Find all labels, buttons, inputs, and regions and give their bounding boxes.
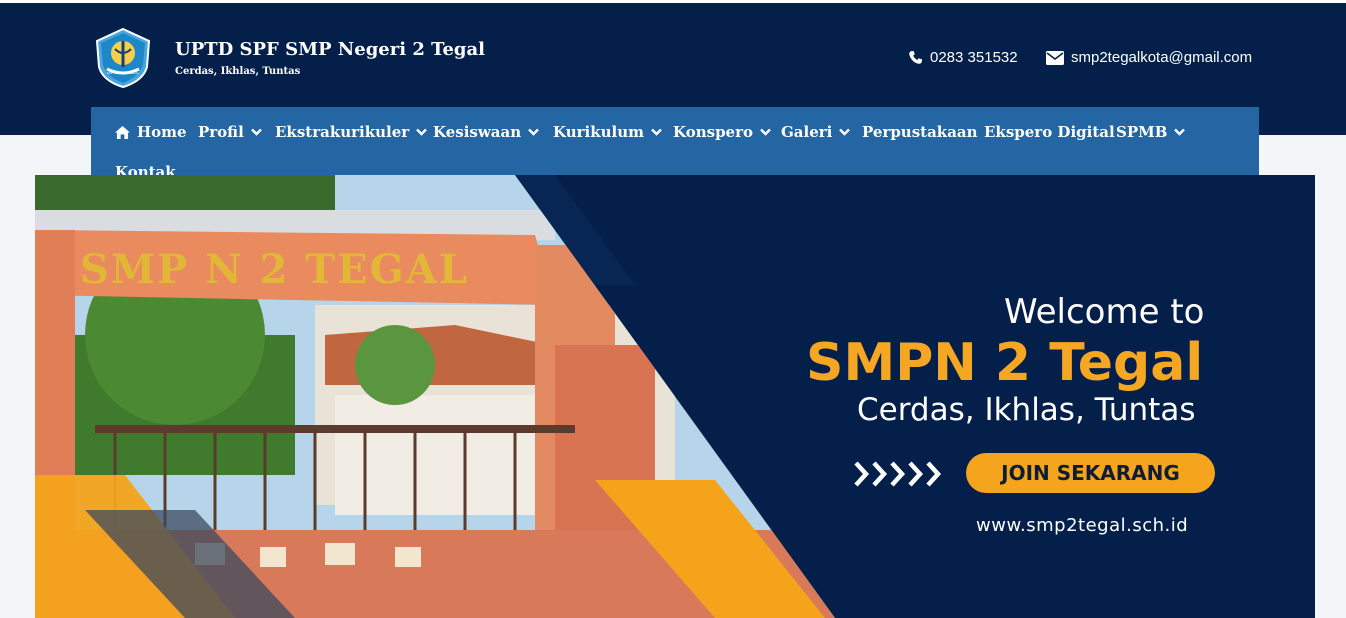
svg-text:SMP NEGERI 2 TEGAL: SMP NEGERI 2 TEGAL — [107, 71, 139, 75]
chevron-down-icon — [1174, 128, 1186, 136]
nav-label-home: Home — [137, 123, 187, 141]
chevron-down-icon — [416, 128, 428, 136]
website-url: www.smp2tegal.sch.id — [976, 515, 1189, 536]
hero-banner[interactable]: SMP N 2 TEGAL Welcome to SMPN 2 Tegal Ce… — [35, 175, 1315, 618]
phone-number: 0283 351532 — [930, 49, 1018, 66]
nav-item-spmb[interactable]: SPMB — [1116, 123, 1186, 141]
nav-item-profil[interactable]: Profil — [198, 123, 262, 141]
school-logo[interactable]: SMP NEGERI 2 TEGAL — [93, 27, 153, 89]
site-tagline: Cerdas, Ikhlas, Tuntas — [175, 66, 301, 77]
nav-item-galeri[interactable]: Galeri — [781, 123, 851, 141]
nav-label-spmb: SPMB — [1116, 123, 1168, 141]
chevrons-right-icon — [854, 461, 942, 487]
nav-item-perpustakaan[interactable]: Perpustakaan — [862, 123, 978, 141]
svg-text:SMP N 2 TEGAL: SMP N 2 TEGAL — [80, 246, 469, 293]
email-address: smp2tegalkota@gmail.com — [1071, 49, 1253, 66]
chevron-down-icon — [839, 128, 851, 136]
chevron-down-icon — [250, 128, 262, 136]
email-contact[interactable]: smp2tegalkota@gmail.com — [1046, 49, 1252, 66]
nav-label-ekstrakurikuler: Ekstrakurikuler — [275, 123, 410, 141]
chevron-down-icon — [528, 128, 539, 136]
chevron-down-icon — [760, 128, 771, 136]
home-icon — [115, 125, 130, 139]
nav-item-kesiswaan[interactable]: Kesiswaan — [433, 123, 539, 141]
site-title[interactable]: UPTD SPF SMP Negeri 2 Tegal — [175, 39, 485, 60]
hero-title: SMPN 2 Tegal — [806, 333, 1204, 393]
welcome-text: Welcome to — [1004, 292, 1205, 332]
nav-label-perpustakaan: Perpustakaan — [862, 123, 978, 141]
nav-label-galeri: Galeri — [781, 123, 833, 141]
nav-item-konspero[interactable]: Konspero — [673, 123, 771, 141]
chevron-down-icon — [651, 128, 662, 136]
envelope-icon — [1046, 50, 1064, 65]
nav-label-profil: Profil — [198, 123, 244, 141]
join-button[interactable]: JOIN SEKARANG — [966, 453, 1215, 493]
nav-item-ekstrakurikuler[interactable]: Ekstrakurikuler — [275, 123, 428, 141]
phone-icon — [909, 50, 923, 64]
nav-label-kesiswaan: Kesiswaan — [433, 123, 522, 141]
nav-item-ekspero-digital[interactable]: Ekspero Digital — [984, 123, 1115, 141]
nav-label-konspero: Konspero — [673, 123, 754, 141]
nav-label-kurikulum: Kurikulum — [553, 123, 644, 141]
nav-item-home[interactable]: Home — [115, 123, 187, 141]
nav-item-kurikulum[interactable]: Kurikulum — [553, 123, 662, 141]
hero-tagline: Cerdas, Ikhlas, Tuntas — [857, 392, 1196, 428]
nav-label-ekspero-digital: Ekspero Digital — [984, 123, 1115, 141]
phone-contact[interactable]: 0283 351532 — [908, 49, 1018, 66]
